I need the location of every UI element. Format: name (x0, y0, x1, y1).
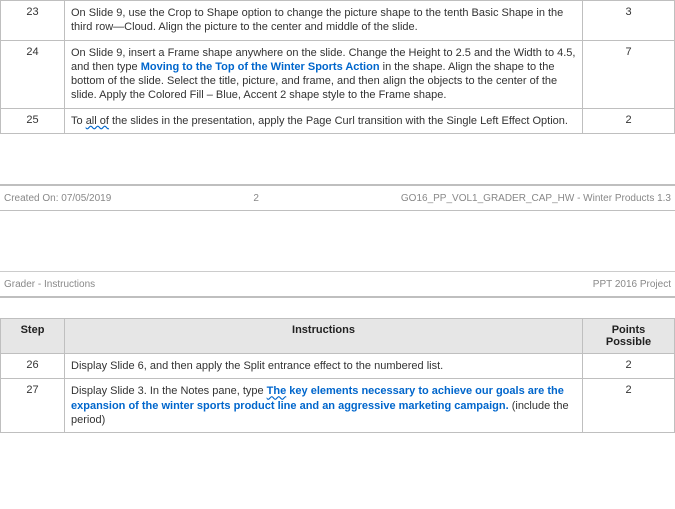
instr-text-post: the slides in the presentation, apply th… (109, 115, 568, 127)
col-header-step: Step (1, 319, 65, 354)
table-row: 25 To all of the slides in the presentat… (1, 108, 675, 133)
points-cell: 2 (583, 379, 675, 433)
instructions-cell: On Slide 9, insert a Frame shape anywher… (65, 40, 583, 108)
header-left: Grader - Instructions (4, 279, 95, 290)
footer-left: Created On: 07/05/2019 (4, 193, 111, 204)
col-header-points: Points Possible (583, 319, 675, 354)
instr-text-pre: Display Slide 3. In the Notes pane, type (71, 385, 267, 397)
page-footer: Created On: 07/05/2019 2 GO16_PP_VOL1_GR… (0, 184, 675, 211)
step-cell: 24 (1, 40, 65, 108)
page-header: Grader - Instructions PPT 2016 Project (0, 272, 675, 298)
page-gap (0, 211, 675, 271)
instructions-table-page1: 23 On Slide 9, use the Crop to Shape opt… (0, 0, 675, 134)
instructions-cell: Display Slide 6, and then apply the Spli… (65, 354, 583, 379)
instructions-table-page2: Step Instructions Points Possible 26 Dis… (0, 318, 675, 433)
points-cell: 2 (583, 108, 675, 133)
instructions-cell: To all of the slides in the presentation… (65, 108, 583, 133)
table-row: 26 Display Slide 6, and then apply the S… (1, 354, 675, 379)
header-right: PPT 2016 Project (593, 279, 671, 290)
table-row: 24 On Slide 9, insert a Frame shape anyw… (1, 40, 675, 108)
footer-right: GO16_PP_VOL1_GRADER_CAP_HW - Winter Prod… (401, 193, 671, 204)
typed-text: Moving to the Top of the Winter Sports A… (141, 61, 380, 73)
table-row: 23 On Slide 9, use the Crop to Shape opt… (1, 1, 675, 41)
footer-center: 2 (111, 193, 401, 204)
typed-text: The (267, 385, 287, 397)
grammar-underline: all of (86, 115, 109, 127)
instructions-cell: On Slide 9, use the Crop to Shape option… (65, 1, 583, 41)
table-header-row: Step Instructions Points Possible (1, 319, 675, 354)
step-cell: 27 (1, 379, 65, 433)
points-cell: 3 (583, 1, 675, 41)
points-cell: 2 (583, 354, 675, 379)
step-cell: 23 (1, 1, 65, 41)
instr-text-pre: To (71, 115, 86, 127)
col-header-instructions: Instructions (65, 319, 583, 354)
points-cell: 7 (583, 40, 675, 108)
step-cell: 25 (1, 108, 65, 133)
step-cell: 26 (1, 354, 65, 379)
table-row: 27 Display Slide 3. In the Notes pane, t… (1, 379, 675, 433)
instructions-cell: Display Slide 3. In the Notes pane, type… (65, 379, 583, 433)
